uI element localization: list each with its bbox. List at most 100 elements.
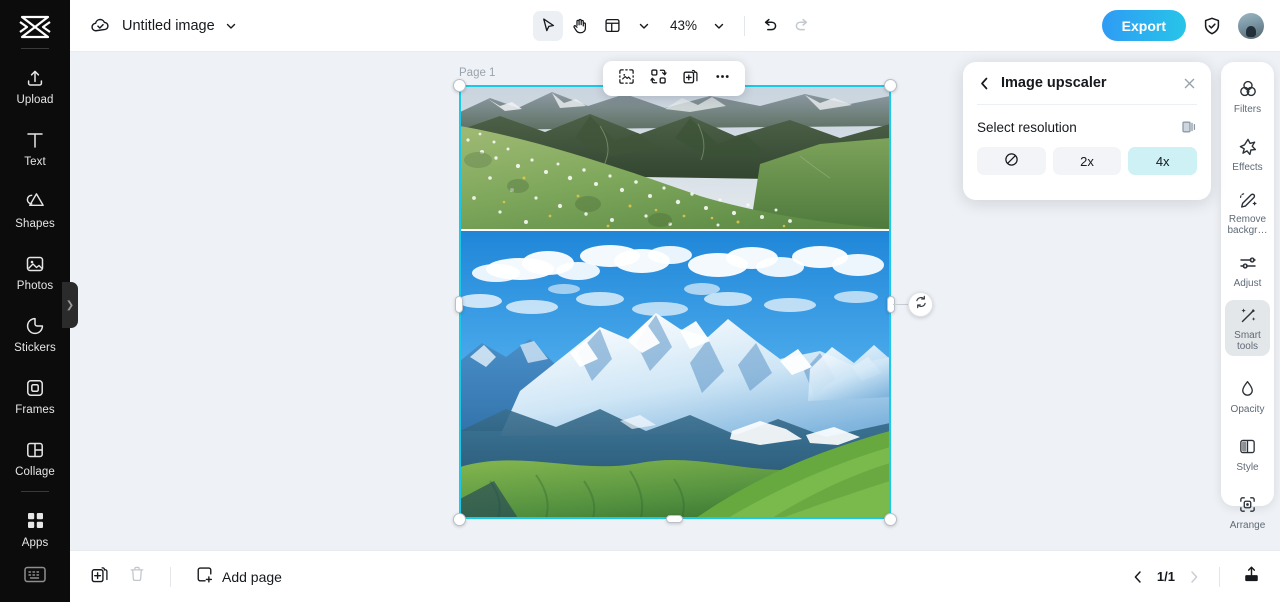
top-toolbar: Untitled image 43% Export: [70, 0, 1280, 52]
add-page-button[interactable]: Add page: [195, 565, 282, 589]
page-indicator: 1/1: [1156, 569, 1175, 584]
panel-body: Select resolution 2x 4x: [963, 105, 1211, 175]
more-options-button[interactable]: [709, 66, 735, 92]
sidebar-item-text[interactable]: Text: [0, 117, 70, 179]
resize-handle-left[interactable]: [455, 296, 463, 313]
sidebar-item-stickers[interactable]: Stickers: [0, 303, 70, 365]
resolution-2x-button[interactable]: 2x: [1052, 147, 1122, 175]
crop-image-button[interactable]: [613, 66, 639, 92]
right-sidebar: Filters Effects Remove backgr… Adjust Sm…: [1221, 62, 1274, 531]
tool-remove-background[interactable]: Remove backgr…: [1225, 184, 1270, 240]
resize-handle-top-left[interactable]: [453, 79, 466, 92]
sidebar-item-label: Frames: [15, 403, 55, 416]
upload-icon: [23, 66, 47, 90]
page-label: Page 1: [459, 67, 496, 79]
resize-handle-bottom[interactable]: [666, 515, 683, 523]
tool-label: Filters: [1233, 103, 1262, 115]
tool-label: Adjust: [1233, 277, 1262, 289]
rail-divider-2: [21, 491, 49, 492]
artboard[interactable]: [460, 86, 890, 518]
compare-before-after-icon[interactable]: [1181, 119, 1197, 135]
resolution-options: 2x 4x: [977, 147, 1198, 175]
panel-header: Image upscaler: [963, 62, 1211, 104]
delete-page-button[interactable]: [124, 564, 150, 590]
replace-image-button[interactable]: [645, 66, 671, 92]
layout-tool-button[interactable]: [597, 11, 627, 41]
sidebar-item-collage[interactable]: Collage: [0, 427, 70, 489]
chevron-right-icon: ❯: [65, 299, 75, 311]
add-page-icon: [195, 565, 214, 589]
smart-tools-wand-icon: [1237, 304, 1259, 326]
shield-check-icon[interactable]: [1200, 14, 1224, 38]
panel-back-button[interactable]: [977, 76, 992, 91]
tool-label: Arrange: [1229, 519, 1266, 531]
image-context-toolbar: [603, 61, 745, 96]
sidebar-item-apps[interactable]: Apps: [0, 498, 70, 560]
redo-button[interactable]: [787, 11, 817, 41]
export-page-button[interactable]: [1238, 564, 1264, 590]
shapes-icon: [23, 190, 47, 214]
tool-style[interactable]: Style: [1225, 426, 1270, 482]
document-title-group[interactable]: Untitled image: [70, 14, 237, 38]
image-alpine-meadow[interactable]: [460, 86, 890, 229]
rotate-icon: [914, 295, 928, 314]
sidebar-item-frames[interactable]: Frames: [0, 365, 70, 427]
select-resolution-label: Select resolution: [977, 119, 1077, 135]
bottom-divider: [170, 566, 171, 587]
sidebar-item-shapes[interactable]: Shapes: [0, 179, 70, 241]
hand-tool-button[interactable]: [565, 11, 595, 41]
duplicate-page-button[interactable]: [86, 564, 112, 590]
chevron-down-icon[interactable]: [225, 20, 237, 32]
sidebar-item-upload[interactable]: Upload: [0, 55, 70, 117]
resolution-none-button[interactable]: [977, 147, 1046, 175]
image-snowy-mountains[interactable]: [460, 231, 890, 518]
keyboard-shortcuts-button[interactable]: [0, 566, 70, 588]
tool-effects[interactable]: Effects: [1225, 126, 1270, 182]
sidebar-item-label: Collage: [15, 465, 55, 478]
tool-opacity[interactable]: Opacity: [1225, 368, 1270, 424]
select-tool-button[interactable]: [532, 10, 563, 41]
page-nav-group: 1/1: [1131, 569, 1201, 584]
undo-button[interactable]: [755, 11, 785, 41]
replace-swap-icon: [649, 68, 667, 90]
stickers-icon: [23, 314, 47, 338]
select-resolution-row: Select resolution: [977, 119, 1197, 135]
zoom-dropdown-caret[interactable]: [704, 11, 734, 41]
page-actions: Add page: [86, 564, 282, 590]
bottom-divider-2: [1219, 566, 1220, 587]
zoom-control[interactable]: 43%: [665, 11, 734, 41]
layout-dropdown-caret[interactable]: [629, 11, 659, 41]
tool-label: Opacity: [1230, 403, 1265, 415]
tool-label: Remove backgr…: [1227, 214, 1268, 236]
add-page-label: Add page: [222, 568, 282, 585]
panel-title: Image upscaler: [1001, 75, 1107, 91]
sidebar-item-label: Apps: [21, 536, 49, 549]
resize-handle-top-right[interactable]: [884, 79, 897, 92]
page-navigation: 1/1: [1131, 564, 1264, 590]
apps-icon: [23, 509, 47, 533]
tool-smart-tools[interactable]: Smart tools: [1225, 300, 1270, 356]
tool-filters[interactable]: Filters: [1225, 68, 1270, 124]
sidebar-expand-handle[interactable]: ❯: [62, 282, 78, 328]
capcut-image-editor: Upload Text Shapes Photos Stickers Frame…: [0, 0, 1280, 602]
export-button[interactable]: Export: [1101, 10, 1186, 41]
prev-page-button[interactable]: [1131, 570, 1145, 584]
rotate-handle[interactable]: [908, 292, 933, 317]
arrange-icon: [1237, 494, 1259, 516]
zoom-level-value[interactable]: 43%: [665, 18, 702, 33]
tool-adjust[interactable]: Adjust: [1225, 242, 1270, 298]
next-page-button[interactable]: [1187, 570, 1201, 584]
resize-handle-bottom-left[interactable]: [453, 513, 466, 526]
collage-icon: [23, 438, 47, 462]
tool-arrange[interactable]: Arrange: [1225, 484, 1270, 540]
duplicate-button[interactable]: [677, 66, 703, 92]
none-forbidden-icon: [1004, 152, 1019, 170]
avatar[interactable]: [1238, 12, 1264, 39]
sidebar-item-photos[interactable]: Photos: [0, 241, 70, 303]
panel-close-button[interactable]: [1182, 76, 1197, 91]
resize-handle-bottom-right[interactable]: [884, 513, 897, 526]
resolution-4x-button[interactable]: 4x: [1128, 147, 1198, 175]
document-title[interactable]: Untitled image: [122, 18, 215, 34]
left-sidebar: Upload Text Shapes Photos Stickers Frame…: [0, 0, 70, 602]
frames-icon: [23, 376, 47, 400]
